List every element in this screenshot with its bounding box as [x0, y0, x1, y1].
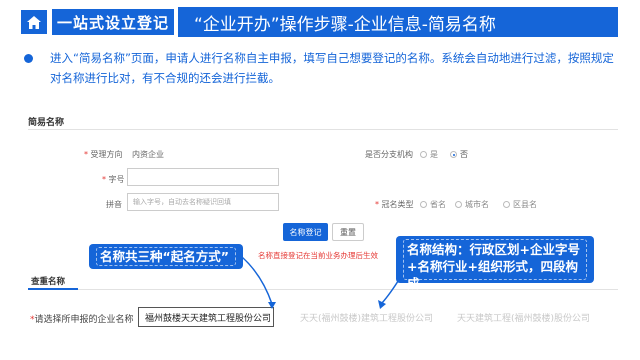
name-choice-selected[interactable]: 福州鼓楼天天建筑工程股份公司	[138, 307, 274, 327]
choose-name-label: *请选择所申报的企业名称	[30, 315, 134, 325]
page-title: “企业开办”操作步骤-企业信息-简易名称	[178, 7, 618, 37]
radio-icon	[455, 201, 462, 208]
name-choice-alt-1[interactable]: 天天(福州鼓楼)建筑工程股份公司	[300, 307, 433, 327]
name-choice-alt-2[interactable]: 天天建筑工程(福州鼓楼)股份公司	[457, 307, 590, 327]
crown-option-county[interactable]: 区县名	[503, 199, 537, 210]
pinyin-input[interactable]: 输入字号，自动去名称疑识回填	[127, 193, 279, 211]
callout-name-structure: 名称结构：行政区划+企业字号+名称行业+组织形式，四段构成	[396, 236, 594, 291]
radio-icon	[503, 201, 510, 208]
intro-paragraph: 进入“简易名称”页面，申请人进行名称自主申报，填写自己想要登记的名称。系统会自动…	[24, 48, 624, 88]
warning-text: 名称直接登记在当前业务办理后生效	[258, 251, 378, 260]
divider	[28, 129, 618, 130]
header-bar: 一站式设立登记 “企业开办”操作步骤-企业信息-简易名称	[0, 0, 640, 40]
crown-label: * 冠名类型	[375, 200, 414, 209]
crown-option-city[interactable]: 城市名	[455, 199, 489, 210]
branch-option-yes[interactable]: 是	[420, 149, 438, 160]
section-label: 一站式设立登记	[52, 9, 174, 35]
tab-duplicate-check[interactable]: 查重名称	[31, 275, 65, 287]
tab-divider	[28, 289, 618, 290]
name-register-button[interactable]: 名称登记	[283, 223, 328, 241]
bullet-icon	[24, 54, 33, 63]
trade-input[interactable]	[127, 168, 279, 186]
tab-active-indicator	[28, 288, 78, 290]
home-button[interactable]	[21, 10, 47, 34]
direction-label: * 受理方向	[84, 150, 123, 159]
reset-button[interactable]: 重置	[332, 223, 364, 241]
intro-text: 进入“简易名称”页面，申请人进行名称自主申报，填写自己想要登记的名称。系统会自动…	[50, 51, 614, 85]
crown-option-province[interactable]: 省名	[420, 199, 446, 210]
direction-value: 内资企业	[132, 150, 164, 159]
home-icon	[27, 15, 41, 29]
branch-label: 是否分支机构	[365, 150, 413, 159]
pinyin-label: 拼音	[106, 200, 122, 209]
pinyin-placeholder: 输入字号，自动去名称疑识回填	[133, 198, 231, 206]
radio-icon	[420, 151, 427, 158]
form-heading: 简易名称	[28, 118, 65, 128]
radio-selected-icon	[450, 151, 457, 158]
branch-option-no[interactable]: 否	[450, 149, 468, 160]
trade-label: * 字号	[102, 175, 125, 184]
callout-naming-methods: 名称共三种“起名方式”	[89, 244, 243, 269]
radio-icon	[420, 201, 427, 208]
